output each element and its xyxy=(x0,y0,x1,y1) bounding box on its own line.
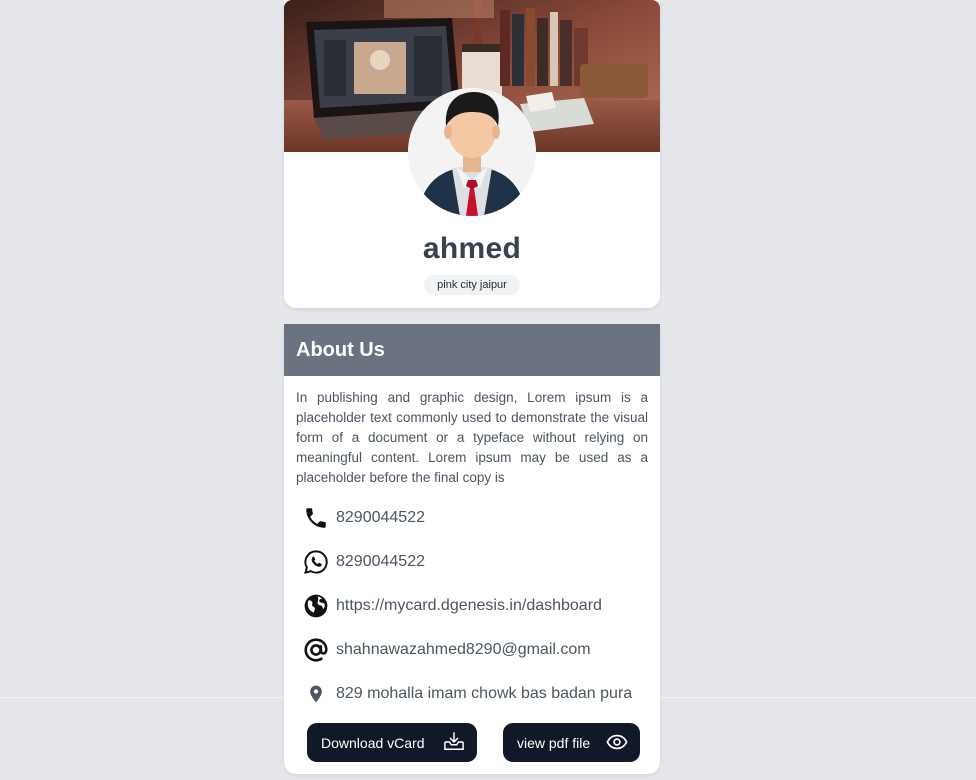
contact-email[interactable]: shahnawazahmed8290@gmail.com xyxy=(302,635,652,665)
contact-whatsapp-value: 8290044522 xyxy=(336,553,425,570)
globe-icon xyxy=(302,592,330,620)
download-vcard-button[interactable]: Download vCard xyxy=(307,723,477,762)
view-pdf-label: view pdf file xyxy=(517,734,591,751)
about-text: In publishing and graphic design, Lorem … xyxy=(296,390,648,485)
download-vcard-label: Download vCard xyxy=(321,734,425,751)
about-card: About Us In publishing and graphic desig… xyxy=(284,324,660,774)
profile-name: ahmed xyxy=(422,232,522,265)
contact-phone-value: 8290044522 xyxy=(336,509,425,526)
about-header: About Us xyxy=(284,324,660,376)
contact-whatsapp[interactable]: 8290044522 xyxy=(302,547,652,577)
download-icon xyxy=(443,732,465,755)
whatsapp-icon xyxy=(302,548,330,576)
card-column: ahmed pink city jaipur About Us In publi… xyxy=(284,0,660,774)
profile-card: ahmed pink city jaipur xyxy=(284,0,660,308)
location-pin-icon xyxy=(302,680,330,708)
contact-address-value: 829 mohalla imam chowk bas badan pura xyxy=(336,685,633,702)
location-badge: pink city jaipur xyxy=(424,275,520,295)
at-sign-icon xyxy=(302,636,330,664)
view-pdf-button[interactable]: view pdf file xyxy=(503,723,640,762)
contact-website-value: https://mycard.dgenesis.in/dashboard xyxy=(336,597,602,614)
contact-email-value: shahnawazahmed8290@gmail.com xyxy=(336,641,591,658)
contact-address[interactable]: 829 mohalla imam chowk bas badan pura xyxy=(302,679,652,709)
eye-icon xyxy=(606,732,628,755)
contact-phone[interactable]: 8290044522 xyxy=(302,503,652,533)
avatar xyxy=(408,88,536,216)
phone-icon xyxy=(302,504,330,532)
contact-website[interactable]: https://mycard.dgenesis.in/dashboard xyxy=(302,591,652,621)
